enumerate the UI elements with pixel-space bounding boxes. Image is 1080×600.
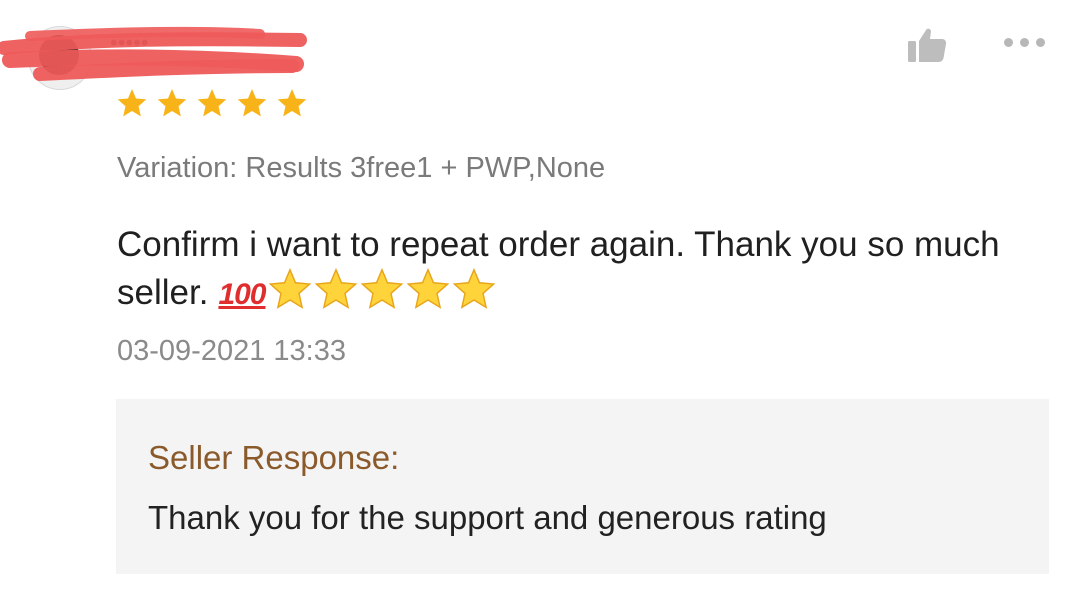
more-options-icon[interactable] [1004, 38, 1045, 47]
star-icon [237, 89, 267, 117]
seller-response-text: Thank you for the support and generous r… [148, 499, 827, 536]
seller-response-box: Seller Response: Thank you for the suppo… [116, 399, 1049, 574]
star-icon [117, 89, 147, 117]
review-comment: Confirm i want to repeat order again. Th… [117, 222, 1062, 317]
hundred-points-emoji: 100 [218, 278, 266, 311]
star-emoji-icon [452, 267, 495, 309]
star-emoji-icon [406, 267, 449, 309]
seller-response-title: Seller Response: [148, 439, 400, 476]
comment-star-emojis [268, 267, 496, 311]
rating-stars [116, 87, 308, 119]
review-timestamp: 03-09-2021 13:33 [117, 335, 346, 367]
product-variation: Variation: Results 3free1 + PWP,None [117, 152, 606, 184]
star-emoji-icon [268, 267, 311, 309]
star-icon [277, 89, 307, 117]
star-emoji-icon [314, 267, 357, 309]
thumbs-up-icon[interactable] [906, 26, 948, 64]
star-icon [197, 89, 227, 117]
star-icon [157, 89, 187, 117]
redaction-scribble [0, 26, 307, 81]
star-emoji-icon [360, 267, 403, 309]
